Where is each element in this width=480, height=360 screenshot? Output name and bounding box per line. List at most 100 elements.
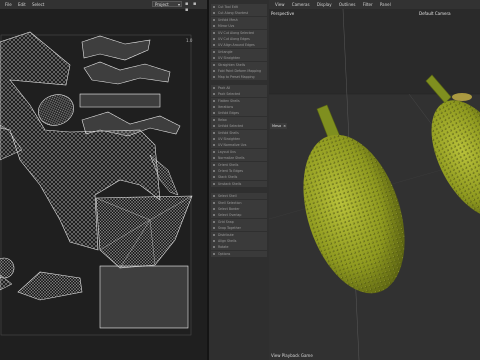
command-label: UV Cut Along Selected bbox=[218, 30, 254, 35]
command-label: Straighten Shells bbox=[218, 62, 246, 67]
chevron-down-icon: ▾ bbox=[177, 2, 180, 7]
command-item[interactable]: UV Normalize Uvs bbox=[211, 142, 267, 149]
command-item[interactable]: UV Straighten bbox=[211, 55, 267, 62]
command-item[interactable]: Align Shells bbox=[211, 238, 267, 244]
command-item[interactable]: Select Border bbox=[211, 206, 267, 212]
menu-display[interactable]: Display bbox=[317, 0, 332, 9]
menu-file[interactable]: File bbox=[5, 0, 12, 9]
command-item[interactable]: Orient Shells bbox=[211, 161, 267, 168]
close-icon[interactable]: × bbox=[283, 123, 286, 129]
command-item[interactable]: Snap Together bbox=[211, 225, 267, 232]
command-item[interactable]: UV Straighten bbox=[211, 136, 267, 142]
mesh-tag-label: Mesa bbox=[272, 124, 282, 128]
command-item[interactable]: Relax bbox=[211, 116, 267, 123]
gear-icon[interactable]: ▪ bbox=[193, 1, 196, 7]
command-item[interactable]: Stack Shells bbox=[211, 174, 267, 181]
command-item[interactable]: Options bbox=[211, 250, 267, 257]
command-icon bbox=[213, 112, 215, 115]
command-icon bbox=[213, 12, 215, 15]
menu-filter[interactable]: Filter bbox=[363, 0, 373, 9]
command-icon bbox=[213, 252, 215, 255]
command-item[interactable]: Unfold Selected bbox=[211, 123, 267, 130]
menu-panel[interactable]: Panel bbox=[380, 0, 391, 9]
command-label: Untangle bbox=[218, 49, 233, 54]
uv-canvas[interactable]: 1.0 bbox=[0, 10, 207, 360]
command-item[interactable]: Straighten Shells bbox=[211, 61, 267, 68]
command-icon bbox=[213, 240, 215, 242]
command-item[interactable]: Distribute bbox=[211, 231, 267, 238]
command-panel: Cut Tool Edit Cut Along Shortest Unfold Me… bbox=[209, 0, 269, 360]
command-label: Mirror Uvs bbox=[218, 24, 235, 29]
menu-cameras[interactable]: Cameras bbox=[292, 0, 310, 9]
command-label: Select Border bbox=[218, 207, 240, 211]
uv-corner-label: 1.0 bbox=[186, 38, 193, 43]
command-item[interactable]: Pack All bbox=[211, 84, 267, 91]
project-select[interactable]: Project ▾ bbox=[152, 1, 182, 7]
uv-shell-stem-a bbox=[81, 35, 151, 61]
command-item[interactable]: Untangle bbox=[211, 48, 267, 55]
command-label: Fold Point Deform Mapping bbox=[218, 69, 262, 73]
command-label: Iterations bbox=[218, 105, 234, 109]
command-item[interactable]: Orient To Edges bbox=[211, 168, 267, 174]
command-item[interactable]: Layout Uvs bbox=[211, 148, 267, 155]
menu-view[interactable]: View bbox=[275, 0, 285, 9]
command-icon bbox=[213, 246, 215, 249]
command-icon bbox=[213, 157, 215, 160]
command-icon bbox=[213, 6, 215, 8]
command-item[interactable]: Shell Selection bbox=[211, 199, 267, 206]
command-icon bbox=[213, 201, 215, 204]
command-item[interactable]: Unfold Edges bbox=[211, 110, 267, 117]
command-icon bbox=[213, 86, 215, 89]
3d-viewport[interactable]: Perspective Default Camera Mesa × View P… bbox=[269, 9, 480, 360]
command-item[interactable]: Unstack Shells bbox=[211, 180, 267, 187]
command-icon bbox=[213, 195, 215, 198]
command-item[interactable]: UV Align Around Edges bbox=[211, 42, 267, 49]
command-item[interactable]: Rotate bbox=[211, 244, 267, 251]
command-item[interactable]: UV Cut Along Edges bbox=[211, 36, 267, 42]
command-label: Orient To Edges bbox=[218, 169, 243, 173]
command-item[interactable]: Select Overlap bbox=[211, 212, 267, 219]
command-label: Pack Selected bbox=[218, 92, 241, 97]
command-item[interactable]: Flatten Shells bbox=[211, 97, 267, 104]
command-icon bbox=[213, 99, 215, 102]
command-icon bbox=[213, 93, 215, 96]
command-label: Grid Snap bbox=[218, 219, 234, 224]
command-item[interactable]: Grid Snap bbox=[211, 218, 267, 225]
command-item[interactable]: Mirror Uvs bbox=[211, 23, 267, 30]
command-item[interactable]: Cut Tool Edit bbox=[211, 4, 267, 10]
command-icon bbox=[213, 227, 215, 230]
command-item[interactable]: Map to Preset Mapping bbox=[211, 74, 267, 81]
menu-edit[interactable]: Edit bbox=[18, 0, 26, 9]
command-icon bbox=[213, 18, 215, 21]
mesh-tag[interactable]: Mesa × bbox=[270, 123, 287, 129]
command-icon bbox=[213, 38, 215, 40]
uv-shell-stem-b bbox=[83, 61, 171, 85]
command-item[interactable]: Unfold Shells bbox=[211, 129, 267, 136]
project-select-value: Project bbox=[155, 2, 169, 7]
command-icon bbox=[213, 50, 215, 53]
command-label: Select Overlap bbox=[218, 213, 242, 218]
command-item[interactable]: Select Shell bbox=[211, 193, 267, 200]
command-item[interactable]: Pack Selected bbox=[211, 91, 267, 98]
uv-shell-wedge bbox=[17, 271, 83, 301]
command-label: Unfold Shells bbox=[218, 130, 239, 135]
command-label: UV Cut Along Edges bbox=[218, 37, 250, 41]
command-icon bbox=[213, 118, 215, 121]
command-label: Cut Tool Edit bbox=[218, 5, 238, 9]
menu-outlines[interactable]: Outlines bbox=[339, 0, 356, 9]
command-label: Relax bbox=[218, 117, 227, 122]
command-icon bbox=[213, 150, 215, 153]
command-label: Options bbox=[218, 251, 231, 256]
command-label: Unstack Shells bbox=[218, 181, 242, 186]
menu-select[interactable]: Select bbox=[32, 0, 44, 9]
command-item[interactable]: Fold Point Deform Mapping bbox=[211, 68, 267, 74]
command-icon bbox=[213, 182, 215, 185]
command-icon bbox=[213, 31, 215, 34]
command-item[interactable]: Normalize Shells bbox=[211, 155, 267, 162]
command-icon bbox=[213, 176, 215, 179]
command-item[interactable]: Cut Along Shortest bbox=[211, 10, 267, 17]
command-item[interactable]: Unfold Mesh bbox=[211, 16, 267, 23]
camera-label[interactable]: Default Camera bbox=[419, 11, 451, 16]
command-item[interactable]: UV Cut Along Selected bbox=[211, 29, 267, 36]
command-item[interactable]: Iterations bbox=[211, 104, 267, 110]
